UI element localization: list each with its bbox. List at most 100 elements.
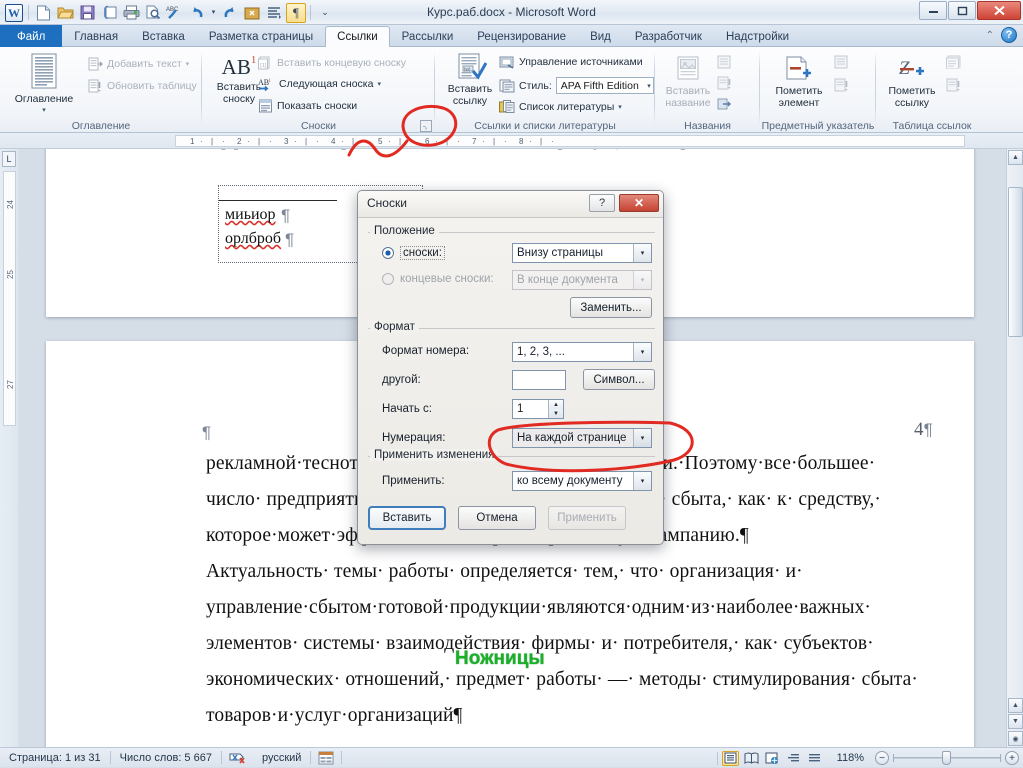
open-folder-icon[interactable] <box>55 3 75 23</box>
web-layout-view[interactable] <box>764 751 781 766</box>
footnotes-position-combo[interactable]: Внизу страницы ▾ <box>512 243 652 263</box>
insert-button[interactable]: Вставить <box>368 506 446 530</box>
endnotes-position-combo[interactable]: В конце документа ▾ <box>512 270 652 290</box>
footnotes-position-caret-icon[interactable]: ▾ <box>633 244 651 262</box>
doc-line-8[interactable]: товаров·и·услуг·организаций¶ <box>206 705 462 727</box>
help-icon[interactable]: ? <box>1001 27 1017 43</box>
scrollbar-thumb[interactable] <box>1008 187 1023 337</box>
dialog-button-row[interactable]: Вставить Отмена Применить <box>368 506 655 534</box>
toc-button[interactable]: Оглавление ▾ <box>8 53 80 117</box>
insert-caption-button[interactable]: Вставить название <box>661 55 715 109</box>
tab-file[interactable]: Файл <box>0 25 63 47</box>
footnote-line-1[interactable]: миьиор <box>225 206 276 224</box>
ribbon-tabs[interactable]: Файл Главная Вставка Разметка страницы С… <box>0 25 801 47</box>
footnote-dialog-launcher[interactable]: ⌍ <box>420 120 432 132</box>
next-footnote-button[interactable]: AB 1 Следующая сноска ▾ <box>258 77 381 91</box>
endnotes-position-caret-icon[interactable]: ▾ <box>633 271 651 289</box>
window-controls[interactable] <box>919 1 1021 20</box>
numbering-caret-icon[interactable]: ▾ <box>633 429 651 447</box>
zoom-slider-thumb[interactable] <box>942 751 951 765</box>
tab-view[interactable]: Вид <box>578 26 623 47</box>
undo-dropdown-icon[interactable]: ▾ <box>209 3 218 23</box>
dialog-help-button[interactable]: ? <box>589 194 615 212</box>
insert-index-icon[interactable] <box>834 55 849 72</box>
vertical-ruler[interactable]: L 24 25 27 <box>0 149 18 747</box>
draft-view[interactable] <box>806 751 823 766</box>
close-button[interactable] <box>977 1 1021 20</box>
scroll-up-button[interactable]: ▲ <box>1008 150 1023 165</box>
zoom-out-button[interactable]: − <box>875 751 889 765</box>
attach-icon[interactable] <box>99 3 119 23</box>
footnotes-radio-row[interactable]: сноски: <box>382 246 445 260</box>
mark-entry-button[interactable]: Пометить элемент <box>770 55 828 109</box>
tab-review[interactable]: Рецензирование <box>465 26 578 47</box>
show-notes-button[interactable]: Показать сноски <box>258 99 357 113</box>
insert-table-of-figures-icon[interactable] <box>717 55 732 72</box>
custom-mark-input[interactable] <box>512 370 566 390</box>
update-table-of-authorities-icon[interactable] <box>946 78 962 95</box>
cross-reference-icon[interactable] <box>717 97 732 114</box>
minimize-button[interactable] <box>919 1 947 20</box>
full-screen-reading-view[interactable] <box>743 751 760 766</box>
footnote-dialog[interactable]: Сноски ? ✕ Положение сноски: Внизу стран… <box>357 190 664 545</box>
tab-stop-selector[interactable]: L <box>2 151 16 167</box>
ribbon-tab-strip[interactable]: Файл Главная Вставка Разметка страницы С… <box>0 25 1023 47</box>
doc-line-4[interactable]: Актуальность· темы· работы· определяется… <box>206 561 803 583</box>
numbering-combo[interactable]: На каждой странице ▾ <box>512 428 652 448</box>
undo-icon[interactable] <box>187 3 207 23</box>
status-page[interactable]: Страница: 1 из 31 <box>0 748 110 768</box>
next-page-button[interactable]: ▼ <box>1008 714 1023 729</box>
show-formatting-icon[interactable]: ¶ <box>286 2 306 23</box>
print-icon[interactable] <box>121 3 141 23</box>
footnote-line-2[interactable]: орлброб <box>225 230 281 248</box>
vertical-scrollbar[interactable]: ▲ ▲ ▼ ◉ <box>1006 149 1023 747</box>
update-table-icon[interactable] <box>717 76 732 93</box>
new-document-icon[interactable] <box>33 3 53 23</box>
status-right-controls[interactable]: 118% − + <box>716 748 1019 768</box>
previous-page-button[interactable]: ▲ <box>1008 698 1023 713</box>
insert-citation-button[interactable]: (w) Вставить ссылку <box>441 53 499 107</box>
symbol-button[interactable]: Символ... <box>583 369 655 390</box>
citation-style-row[interactable]: Стиль: APA Fifth Edition ▾ <box>499 77 654 94</box>
restore-button[interactable] <box>948 1 976 20</box>
tab-references[interactable]: Ссылки <box>325 26 390 47</box>
doc-line-7[interactable]: экономических· отношений,· предмет· рабо… <box>206 669 918 691</box>
number-format-combo[interactable]: 1, 2, 3, ... ▾ <box>512 342 652 362</box>
spellcheck-status-icon[interactable] <box>222 748 253 768</box>
endnotes-radio[interactable] <box>382 273 394 285</box>
collapse-ribbon-icon[interactable]: ⌃ <box>986 30 994 41</box>
new-window-icon[interactable] <box>242 3 262 23</box>
update-table-button[interactable]: Обновить таблицу <box>88 79 197 93</box>
quick-access-toolbar[interactable]: W ABC ▾ ¶ ⌄ <box>4 2 335 23</box>
tab-mailings[interactable]: Рассылки <box>390 26 466 47</box>
mark-citation-button[interactable]: Z Пометить ссылку <box>884 55 940 109</box>
redo-icon[interactable] <box>220 3 240 23</box>
tab-developer[interactable]: Разработчик <box>623 26 714 47</box>
doc-line-6[interactable]: элементов· системы· взаимодействия· фирм… <box>206 633 874 655</box>
start-at-stepper[interactable]: ▲ ▼ <box>548 400 563 418</box>
ribbon-right-controls[interactable]: ⌃ ? <box>986 27 1017 43</box>
convert-notes-button[interactable]: Заменить... <box>570 297 652 318</box>
dialog-title-bar[interactable]: Сноски ? ✕ <box>358 191 663 218</box>
zoom-slider[interactable] <box>893 751 1001 765</box>
tab-page-layout[interactable]: Разметка страницы <box>197 26 325 47</box>
horizontal-ruler[interactable]: 1·|·2·|·3·|·4·|·5·|·6·|·7·|·8·|··|· <box>0 133 1023 149</box>
start-at-down-icon[interactable]: ▼ <box>549 409 563 418</box>
insert-endnote-button[interactable]: [1] Вставить концевую сноску <box>258 56 406 70</box>
tab-home[interactable]: Главная <box>62 26 130 47</box>
start-at-spinner[interactable]: 1 ▲ ▼ <box>512 399 564 419</box>
horizontal-ruler-scale[interactable]: 1·|·2·|·3·|·4·|·5·|·6·|·7·|·8·|··|· <box>175 135 965 147</box>
status-word-count[interactable]: Число слов: 5 667 <box>111 748 221 768</box>
tab-insert[interactable]: Вставка <box>130 26 197 47</box>
print-preview-icon[interactable] <box>143 3 163 23</box>
number-format-caret-icon[interactable]: ▾ <box>633 343 651 361</box>
apply-to-caret-icon[interactable]: ▾ <box>633 472 651 490</box>
macro-record-icon[interactable] <box>311 748 341 768</box>
dialog-close-button[interactable]: ✕ <box>619 194 659 212</box>
citation-style-combo[interactable]: APA Fifth Edition ▾ <box>555 77 654 94</box>
start-at-up-icon[interactable]: ▲ <box>549 400 563 409</box>
insert-table-of-authorities-icon[interactable] <box>946 55 962 72</box>
tab-addins[interactable]: Надстройки <box>714 26 801 47</box>
cancel-button[interactable]: Отмена <box>458 506 536 530</box>
endnotes-radio-row[interactable]: концевые сноски: <box>382 273 494 285</box>
